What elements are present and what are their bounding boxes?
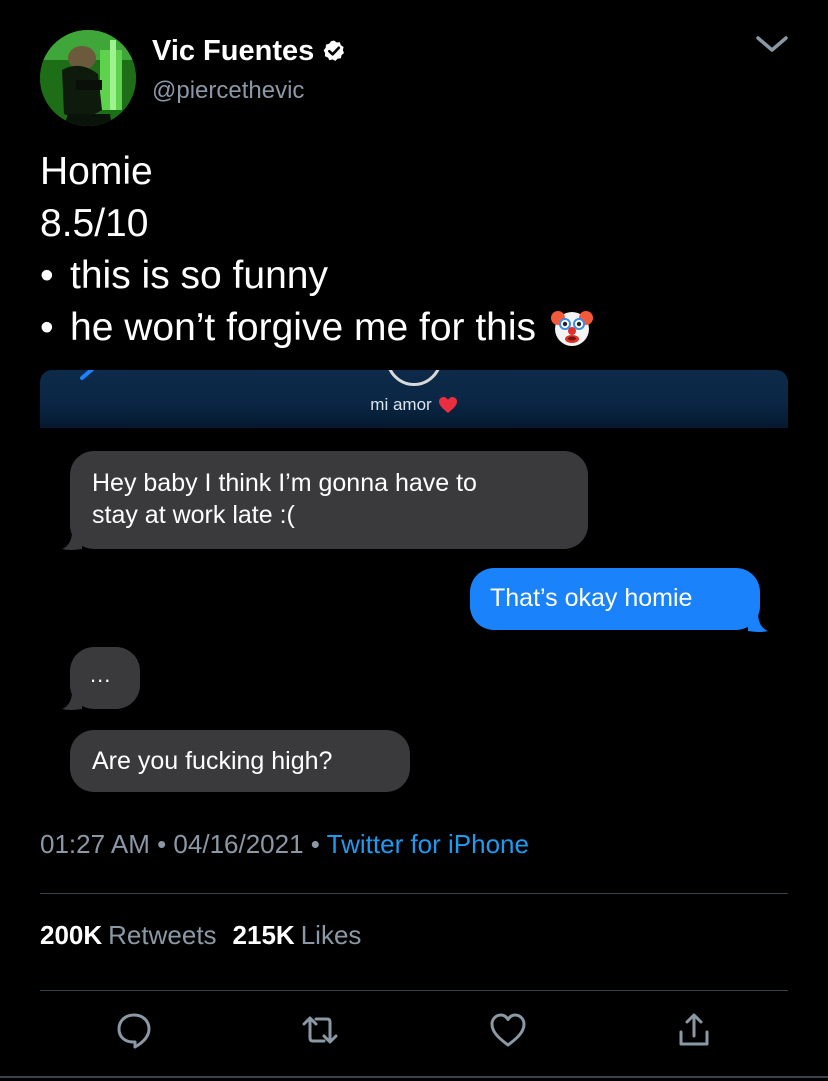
tweet-line: • he won’t forgive me for this bbox=[40, 302, 594, 354]
contact-avatar bbox=[386, 370, 442, 386]
incoming-message-bubble: Hey baby I think I’m gonna have to stay … bbox=[70, 451, 588, 549]
avatar-photo bbox=[40, 30, 136, 126]
bubble-tail bbox=[62, 531, 82, 550]
clown-face-icon bbox=[551, 311, 594, 346]
verified-badge-icon bbox=[323, 40, 345, 61]
reply-icon[interactable] bbox=[114, 1010, 154, 1050]
tweet-detail: Vic Fuentes @piercethevic Homie 8.5/10 •… bbox=[0, 0, 828, 1081]
likes-stat[interactable]: 215K Likes bbox=[233, 920, 378, 950]
chat-contact-name: mi amor bbox=[40, 395, 788, 415]
divider bbox=[40, 990, 788, 991]
likes-count: 215K bbox=[232, 920, 295, 950]
tweet-media-image[interactable]: mi amor Hey baby I think I’m gonna have … bbox=[40, 370, 788, 792]
message-text: Hey baby I think I’m gonna have to bbox=[92, 469, 477, 497]
tweet-time: 01:27 AM bbox=[40, 829, 150, 859]
tweet-line: Homie bbox=[40, 150, 153, 193]
tweet-meta: 01:27 AM • 04/16/2021 • Twitter for iPho… bbox=[40, 828, 529, 860]
contact-name-text: mi amor bbox=[370, 395, 432, 414]
retweets-label: Retweets bbox=[108, 920, 217, 950]
outgoing-message-bubble: That’s okay homie bbox=[470, 568, 760, 630]
like-icon[interactable] bbox=[488, 1010, 528, 1050]
bubble-tail bbox=[62, 691, 82, 710]
tweet-line-text: he won’t forgive me for this bbox=[70, 306, 537, 349]
tweet-date: 04/16/2021 bbox=[173, 829, 304, 859]
chat-header: mi amor bbox=[40, 370, 788, 428]
bullet-glyph: • bbox=[40, 254, 54, 297]
back-chevron-icon bbox=[80, 370, 95, 380]
tweet-action-bar bbox=[0, 1010, 828, 1056]
retweets-stat[interactable]: 200K Retweets bbox=[40, 920, 233, 950]
author-name[interactable]: Vic Fuentes bbox=[152, 34, 346, 68]
message-text: Are you fucking high? bbox=[92, 747, 333, 775]
meta-separator: • bbox=[303, 829, 327, 859]
likes-label: Likes bbox=[300, 920, 362, 950]
red-heart-icon bbox=[438, 397, 457, 413]
incoming-message-bubble: Are you fucking high? bbox=[70, 730, 410, 792]
message-text: That’s okay homie bbox=[490, 584, 693, 612]
bottom-divider bbox=[0, 1076, 828, 1078]
chevron-down-icon[interactable] bbox=[754, 32, 790, 56]
author-avatar[interactable] bbox=[40, 30, 136, 126]
tweet-stats: 200K Retweets 215K Likes bbox=[40, 918, 377, 952]
tweet-line-text: this is so funny bbox=[70, 254, 328, 297]
tweet-line: • this is so funny bbox=[40, 250, 594, 302]
message-text: stay at work late :( bbox=[92, 501, 295, 529]
tweet-line: 8.5/10 bbox=[40, 202, 149, 245]
tweet-text: Homie 8.5/10 • this is so funny • he won… bbox=[40, 146, 594, 354]
retweets-count: 200K bbox=[40, 920, 103, 950]
bubble-tail bbox=[748, 613, 768, 632]
tweet-source-link[interactable]: Twitter for iPhone bbox=[327, 829, 529, 859]
message-text: ... bbox=[90, 662, 112, 687]
bullet-glyph: • bbox=[40, 306, 54, 349]
retweet-icon[interactable] bbox=[300, 1010, 340, 1050]
share-icon[interactable] bbox=[674, 1010, 714, 1050]
author-display-name: Vic Fuentes bbox=[152, 35, 315, 67]
author-handle[interactable]: @piercethevic bbox=[152, 76, 304, 106]
meta-separator: • bbox=[149, 829, 174, 859]
divider bbox=[40, 893, 788, 894]
